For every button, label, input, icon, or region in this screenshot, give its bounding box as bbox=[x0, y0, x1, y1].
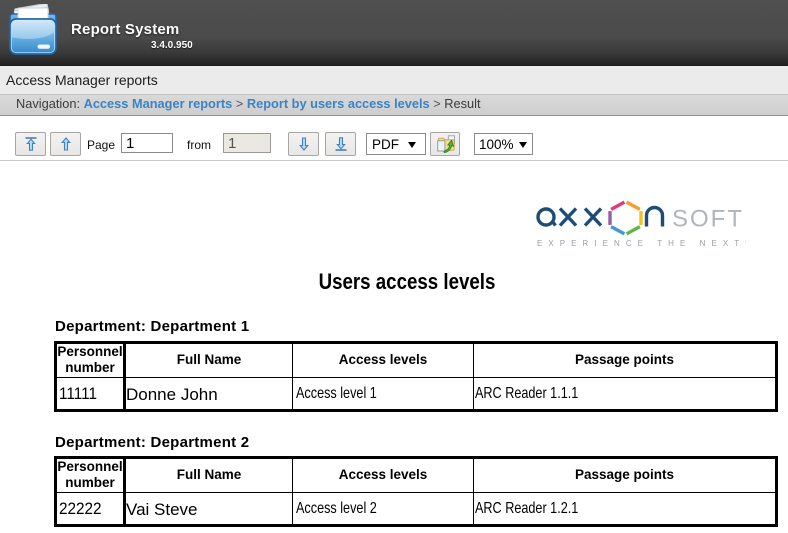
svg-text:SOFT: SOFT bbox=[672, 206, 744, 233]
svg-text:EXPERIENCE THE NEXT*: EXPERIENCE THE NEXT* bbox=[537, 239, 746, 248]
